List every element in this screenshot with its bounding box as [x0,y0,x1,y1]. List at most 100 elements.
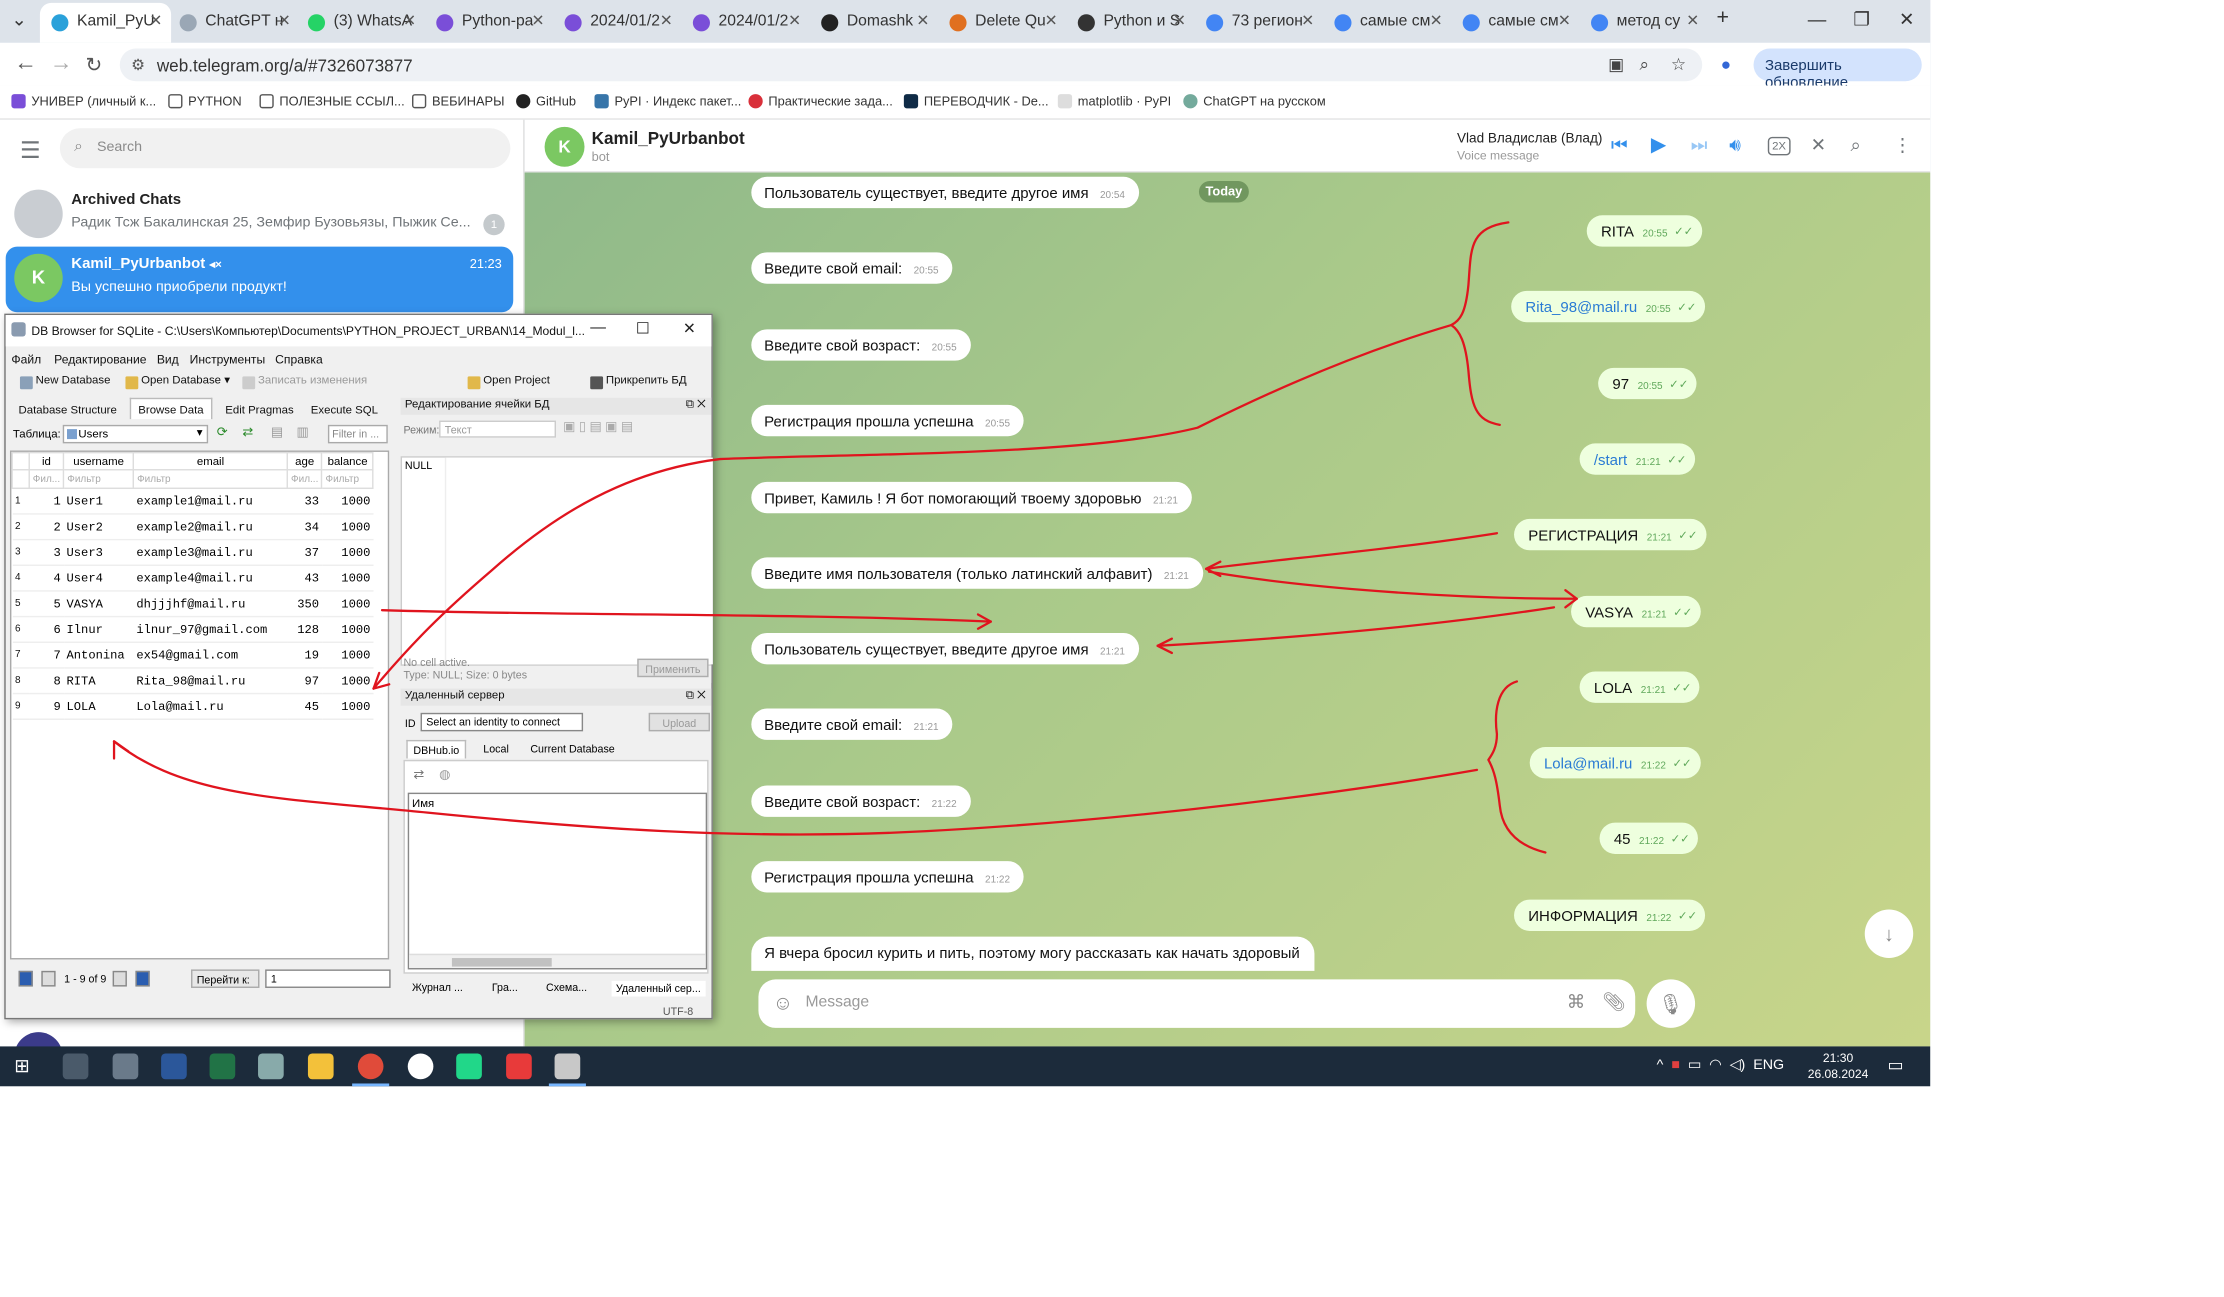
db-browser-icon[interactable] [548,1053,586,1087]
next-page-icon[interactable] [112,970,127,987]
incoming-message[interactable]: Регистрация прошла успешна 21:22 [751,861,1025,893]
forward-icon[interactable]: → [50,51,73,77]
tab-google-3[interactable]: самые см ✕ [1451,6,1579,37]
tab-current-database[interactable]: Current Database [525,740,621,759]
column-filter[interactable]: Фильтр [132,469,289,489]
table-row[interactable]: 1 1 User1 example1@mail.ru 33 1000 [12,488,374,515]
outgoing-message[interactable]: LOLA 21:21 ✓✓ [1579,671,1700,703]
cell-id[interactable]: 9 [29,693,64,720]
tab-python[interactable]: Python-ра ✕ [425,6,553,37]
incoming-message[interactable]: Пользователь существует, введите другое … [751,632,1140,665]
cell-email[interactable]: Lola@mail.ru [133,693,288,720]
notifications-icon[interactable]: ▭ [1888,1055,1904,1075]
cell-username[interactable]: Antonina [63,642,134,669]
bookmark-item[interactable]: matplotlib · PyPI [1057,94,1171,109]
minimize-icon[interactable]: — [1808,9,1827,30]
incoming-message[interactable]: Я вчера бросил курить и пить, поэтому мо… [751,936,1315,971]
language-indicator[interactable]: ENG [1753,1058,1784,1074]
incoming-message[interactable]: Введите свой возраст: 21:22 [751,785,971,817]
chrome-icon[interactable] [352,1053,390,1087]
close-tab-icon[interactable]: ✕ [403,11,416,30]
table-row[interactable]: 5 5 VASYA dhjjjhf@mail.ru 350 1000 [12,590,374,618]
app-icon[interactable] [258,1053,284,1080]
incoming-message[interactable]: Привет, Камиль ! Я бот помогающий твоему… [751,481,1193,514]
previous-track-icon[interactable]: ⏮ [1611,134,1628,157]
monitor-icon[interactable]: ▭ [1688,1058,1701,1074]
cell-username[interactable]: User2 [63,513,134,541]
table-row[interactable]: 7 7 Antonina ex54@gmail.com 19 1000 [12,642,374,669]
profile-icon[interactable]: ● [1721,54,1731,74]
column-header-username[interactable]: username [62,451,135,471]
close-tab-icon[interactable]: ✕ [1045,11,1058,30]
tab-google-2[interactable]: самые см ✕ [1323,6,1451,37]
cell-email[interactable]: example1@mail.ru [133,488,288,515]
write-changes-button[interactable]: Записать изменения [242,374,367,394]
row-number[interactable]: 7 [12,642,30,669]
row-number[interactable]: 9 [12,693,30,720]
cell-id[interactable]: 1 [29,488,64,515]
table-row[interactable]: 6 6 Ilnur ilnur_97@gmail.com 128 1000 [12,616,374,643]
upload-button[interactable]: Upload [648,712,710,732]
cell-username[interactable]: VASYA [63,590,134,618]
menu-icon[interactable]: ☰ [20,137,40,166]
row-number[interactable]: 4 [12,565,30,592]
scroll-down-icon[interactable]: ↓ [1864,909,1914,959]
cell-age[interactable]: 19 [287,642,322,669]
maximize-icon[interactable]: ☐ [636,319,650,338]
chat-archived[interactable]: Archived Chats Радик Тсж Бакалинская 25,… [6,182,514,248]
outgoing-message[interactable]: VASYA 21:21 ✓✓ [1571,595,1701,628]
tab-plot[interactable]: Гра... [492,981,518,994]
minimize-icon[interactable]: — [590,319,606,336]
bookmark-item[interactable]: ChatGPT на русском [1183,94,1326,109]
cell-age[interactable]: 97 [287,667,322,695]
cell-username[interactable]: User4 [63,565,134,592]
refresh-icon[interactable]: ⟳ [217,425,228,441]
playback-speed-button[interactable]: 2X [1767,136,1791,156]
cell-balance[interactable]: 1000 [321,616,374,643]
column-header-id[interactable]: id [28,451,65,471]
volume-icon[interactable]: ◁) [1730,1058,1746,1074]
clock[interactable]: 21:30 26.08.2024 [1808,1051,1869,1082]
apply-button[interactable]: Применить [637,658,709,678]
cell-email[interactable]: example2@mail.ru [133,513,288,541]
new-tab-icon[interactable]: + [1716,6,1728,30]
cell-age[interactable]: 45 [287,693,322,720]
outgoing-message[interactable]: 97 20:55 ✓✓ [1598,367,1697,400]
new-database-button[interactable]: New Database [19,374,110,394]
chat-avatar[interactable]: K [544,126,585,167]
tab-database-structure[interactable]: Database Structure [10,398,125,419]
cell-id[interactable]: 3 [29,539,64,566]
open-database-button[interactable]: Open Database ▾ [125,374,230,394]
row-number[interactable]: 5 [12,590,30,618]
filter-input[interactable]: Filter in ... [327,424,388,444]
bookmark-item[interactable]: УНИВЕР (личный к... [11,94,156,109]
outgoing-message[interactable]: ИНФОРМАЦИЯ 21:22 ✓✓ [1514,899,1706,931]
tab-dbhub[interactable]: DBHub.io [406,739,467,759]
close-icon[interactable]: ✕ [683,319,696,338]
tab-log[interactable]: Журнал ... [412,981,463,994]
cell-email[interactable]: example3@mail.ru [133,539,288,566]
incoming-message[interactable]: Введите имя пользователя (только латинск… [751,557,1204,589]
word-icon[interactable] [161,1053,187,1080]
db-title-bar[interactable]: DB Browser for SQLite - C:\Users\Компьют… [5,315,712,347]
column-header-balance[interactable]: balance [321,451,374,471]
cell-balance[interactable]: 1000 [321,667,374,695]
insert-record-icon[interactable]: ▤ [271,425,283,441]
message-input[interactable]: Message [805,994,869,1011]
reload-icon[interactable]: ↻ [86,53,103,77]
table-row[interactable]: 4 4 User4 example4@mail.ru 43 1000 [12,565,374,592]
start-icon[interactable]: ⊞ [14,1055,30,1078]
volume-icon[interactable]: 🔊︎ [1729,134,1741,157]
update-button[interactable]: Завершить обновление [1753,48,1922,91]
cell-balance[interactable]: 1000 [321,513,374,541]
mode-select[interactable]: Текст [439,420,556,438]
bot-commands-icon[interactable]: ⌘ [1567,991,1586,1014]
message-link[interactable]: Lola@mail.ru [1544,756,1632,773]
network-icon[interactable] [112,1053,139,1080]
excel-icon[interactable] [209,1053,236,1080]
pycharm-icon[interactable] [456,1053,482,1080]
calculator-icon[interactable] [62,1053,89,1080]
clear-filters-icon[interactable]: ⇄ [242,425,253,441]
refresh-icon[interactable]: ⇄ [413,767,424,783]
zoom-icon[interactable]: ⌕ [1639,54,1649,75]
